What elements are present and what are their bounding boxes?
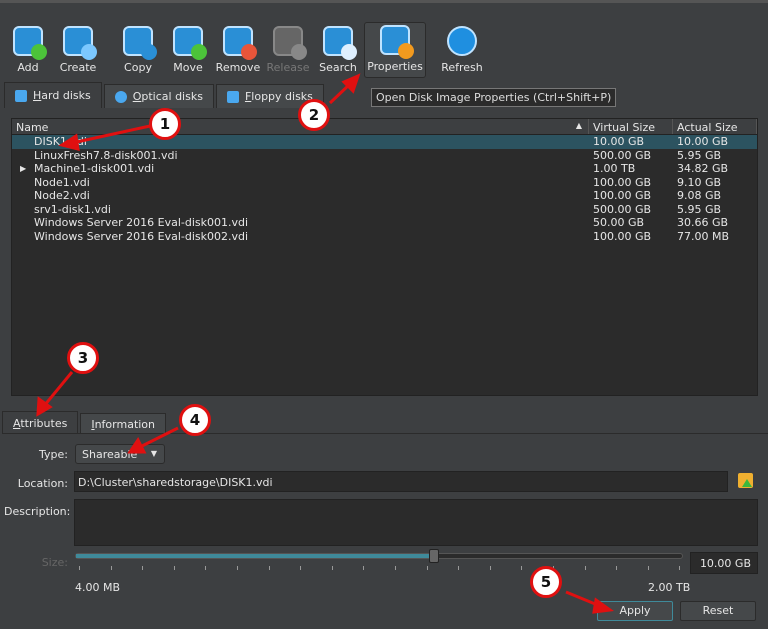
arrowhead-5 — [592, 597, 614, 614]
callout-3: 3 — [67, 342, 99, 374]
arrow-4 — [139, 426, 179, 449]
callout-1: 1 — [149, 108, 181, 140]
callout-2: 2 — [298, 99, 330, 131]
arrow-3 — [42, 371, 74, 407]
arrowhead-4 — [127, 437, 147, 454]
callout-5: 5 — [530, 566, 562, 598]
arrow-1 — [71, 124, 151, 145]
annotation-arrows — [36, 73, 614, 614]
callout-4: 4 — [179, 404, 211, 436]
arrowhead-1 — [58, 133, 80, 152]
